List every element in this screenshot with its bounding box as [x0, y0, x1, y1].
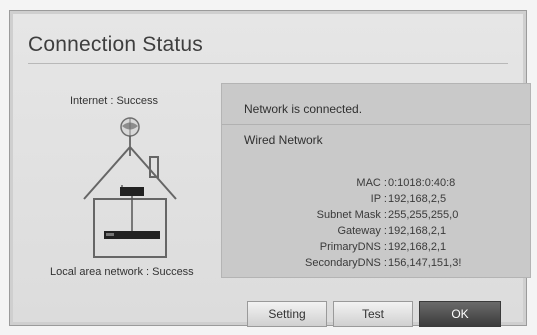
detail-row-mac: MAC : 0:1018:0:40:8: [232, 175, 462, 191]
page-title: Connection Status: [28, 33, 204, 56]
gateway-key: Gateway :: [337, 225, 387, 237]
globe-icon: [120, 117, 140, 137]
network-details: MAC : 0:1018:0:40:8 IP : 192,168,2,5 Sub…: [232, 175, 462, 271]
connection-status-text: Network is connected.: [244, 102, 363, 116]
mac-value: 0:1018:0:40:8: [388, 177, 456, 189]
detail-row-secondary-dns: SecondaryDNS : 156,147,151,3!: [232, 255, 462, 271]
network-diagram: [83, 117, 177, 258]
ip-key: IP :: [370, 193, 387, 205]
internet-status-label: Internet : Success: [70, 95, 159, 107]
status-row: Network is connected.: [222, 84, 530, 125]
detail-row-primary-dns: PrimaryDNS : 192,168,2,1: [232, 239, 462, 255]
connection-status-dialog: Connection Status Internet : Success Loc…: [9, 10, 531, 327]
network-type-label: Wired Network: [244, 133, 323, 147]
detail-row-gateway: Gateway : 192,168,2,1: [232, 223, 462, 239]
primary-dns-value: 192,168,2,1: [388, 241, 447, 253]
setting-button[interactable]: Setting: [247, 301, 327, 327]
subnet-key: Subnet Mask :: [316, 209, 387, 221]
primary-dns-key: PrimaryDNS :: [319, 241, 387, 253]
secondary-dns-key: SecondaryDNS :: [305, 257, 387, 269]
connection-info-panel: Network is connected. Wired Network MAC …: [221, 83, 531, 278]
tv-device-icon: [104, 231, 160, 239]
title-divider: [28, 63, 508, 64]
router-icon: [120, 185, 144, 196]
test-button[interactable]: Test: [333, 301, 413, 327]
subnet-value: 255,255,255,0: [388, 209, 459, 221]
secondary-dns-value: 156,147,151,3!: [388, 257, 462, 269]
lan-status-label: Local area network : Success: [50, 266, 194, 278]
mac-key: MAC :: [356, 177, 387, 189]
detail-row-ip: IP : 192,168,2,5: [232, 191, 462, 207]
detail-row-subnet: Subnet Mask : 255,255,255,0: [232, 207, 462, 223]
ok-button[interactable]: OK: [419, 301, 501, 327]
gateway-value: 192,168,2,1: [388, 225, 447, 237]
ip-value: 192,168,2,5: [388, 193, 447, 205]
